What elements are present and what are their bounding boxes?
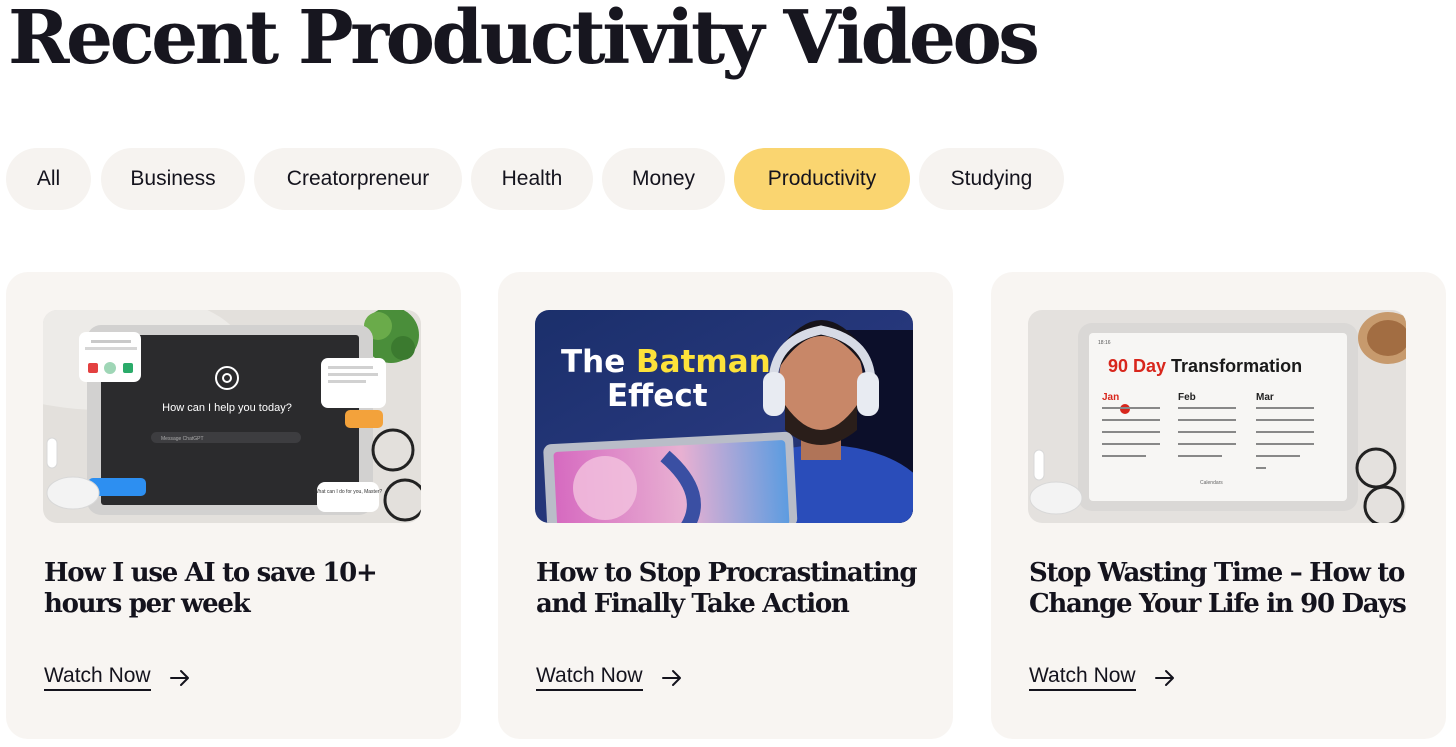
arrow-right-icon: [661, 669, 681, 686]
thumbnail-ai-tablet: How can I help you today? Message ChatGP…: [43, 310, 421, 523]
filter-label: Business: [130, 167, 216, 190]
filter-health[interactable]: Health: [471, 148, 593, 210]
video-thumbnail[interactable]: How can I help you today? Message ChatGP…: [43, 310, 421, 523]
calendar-highlight: 90 Day: [1108, 356, 1166, 376]
thumbnail-90-day-calendar: 18:16 90 Day Transformation Jan Feb Mar: [1028, 310, 1406, 523]
watch-now-label: Watch Now: [1029, 664, 1136, 691]
filter-creatorpreneur[interactable]: Creatorpreneur: [254, 148, 462, 210]
arrow-right-icon: [1154, 669, 1174, 686]
page-title: Recent Productivity Videos: [8, 0, 1040, 81]
calendar-heading: Transformation: [1166, 356, 1302, 376]
filter-label: Money: [631, 167, 696, 190]
status-time: 18:16: [1098, 340, 1111, 346]
thumbnail-batman-effect: The Batman Effect: [535, 310, 913, 523]
thumb-prompt: How can I help you today?: [162, 402, 292, 414]
svg-text:The Batman: The Batman: [561, 344, 771, 380]
video-card[interactable]: How can I help you today? Message ChatGP…: [6, 272, 461, 739]
filter-studying[interactable]: Studying: [919, 148, 1064, 210]
video-title: Stop Wasting Time – How to Change Your L…: [1029, 558, 1407, 619]
video-title: How to Stop Procrastinating and Finally …: [536, 558, 918, 619]
watch-now-link[interactable]: Watch Now: [536, 664, 683, 691]
video-thumbnail[interactable]: The Batman Effect: [535, 310, 913, 523]
thumb-bubble: What can I do for you, Master?: [314, 489, 383, 495]
arrow-right-icon: [169, 669, 189, 686]
thumb-input: Message ChatGPT: [161, 436, 204, 442]
overlay-line2: Effect: [607, 378, 708, 414]
calendars-label: Calendars: [1200, 480, 1223, 486]
video-card[interactable]: 18:16 90 Day Transformation Jan Feb Mar: [991, 272, 1446, 739]
watch-now-label: Watch Now: [536, 664, 643, 691]
month-feb: Feb: [1178, 392, 1196, 403]
filter-label: Creatorpreneur: [286, 167, 430, 190]
watch-now-label: Watch Now: [44, 664, 151, 691]
filter-label: Studying: [950, 167, 1033, 190]
filter-money[interactable]: Money: [602, 148, 725, 210]
watch-now-link[interactable]: Watch Now: [44, 664, 191, 691]
overlay-prefix: The: [561, 344, 636, 380]
watch-now-link[interactable]: Watch Now: [1029, 664, 1176, 691]
filter-all[interactable]: All: [6, 148, 91, 210]
video-title: How I use AI to save 10+ hours per week: [44, 558, 378, 619]
month-mar: Mar: [1256, 392, 1274, 403]
filter-productivity[interactable]: Productivity: [734, 148, 910, 210]
filter-label: Health: [501, 167, 563, 190]
filter-label: Productivity: [767, 167, 877, 190]
filter-business[interactable]: Business: [101, 148, 245, 210]
svg-text:90 Day Transformation: 90 Day Transformation: [1108, 356, 1302, 376]
month-jan: Jan: [1102, 392, 1119, 403]
video-card[interactable]: The Batman Effect How to Stop Procrastin…: [498, 272, 953, 739]
filter-label: All: [36, 167, 61, 190]
video-thumbnail[interactable]: 18:16 90 Day Transformation Jan Feb Mar: [1028, 310, 1406, 523]
overlay-highlight: Batman: [636, 344, 771, 380]
